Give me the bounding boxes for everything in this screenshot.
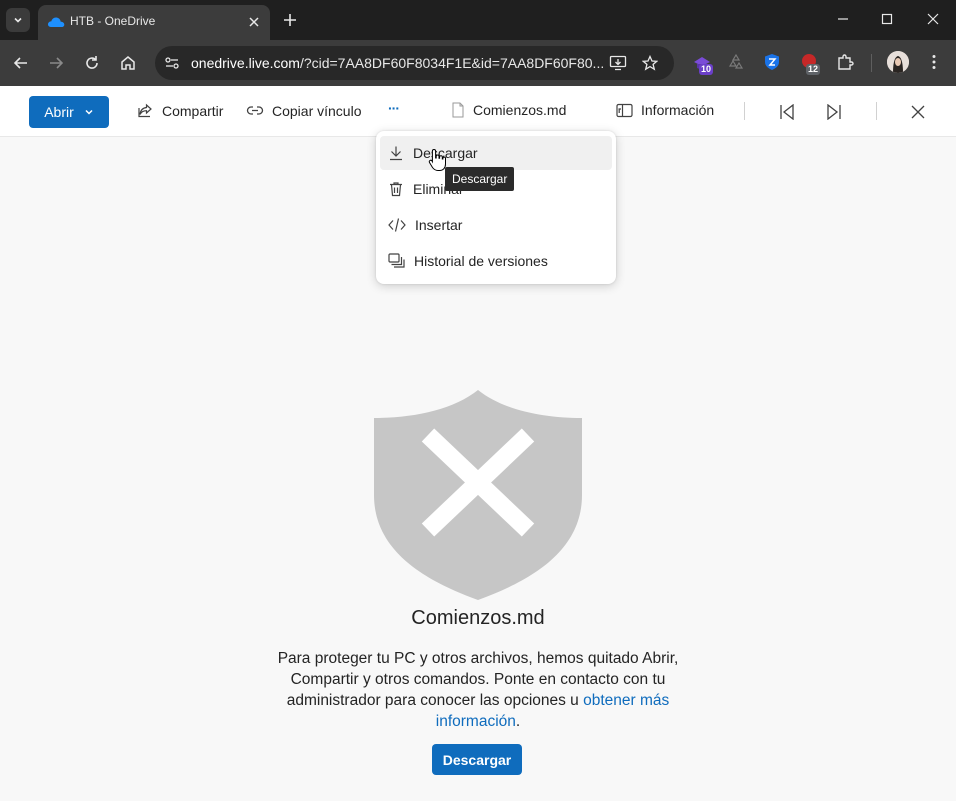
close-tab-icon[interactable] [247, 15, 261, 29]
browser-menu-icon[interactable] [927, 53, 941, 71]
link-icon [246, 106, 264, 115]
tab-search-button[interactable] [6, 8, 30, 32]
toolbar-divider [871, 54, 872, 72]
tab-title: HTB - OneDrive [70, 14, 156, 28]
menu-item-label: Insertar [415, 217, 463, 233]
info-label: Información [641, 102, 715, 118]
file-command-bar: Abrir Compartir Copiar vínculo ··· Comie… [0, 86, 956, 137]
more-options-button[interactable]: ··· [388, 100, 400, 116]
command-divider [744, 102, 745, 120]
minimize-icon[interactable] [836, 12, 850, 26]
url-host: onedrive.live.com [191, 55, 300, 71]
onedrive-cloud-icon [47, 17, 65, 27]
browser-tab-bar: HTB - OneDrive [0, 0, 956, 40]
address-bar[interactable]: onedrive.live.com/?cid=7AA8DF60F8034F1E&… [155, 46, 674, 80]
open-button[interactable]: Abrir [29, 96, 109, 128]
more-options-menu: Descargar Eliminar Insertar Historial de… [376, 131, 616, 284]
menu-item-label: Historial de versiones [414, 253, 548, 269]
chevron-down-icon [85, 109, 93, 115]
open-button-label: Abrir [44, 104, 74, 120]
recycle-extension-icon[interactable] [727, 53, 745, 71]
extension-badge: 10 [699, 64, 714, 75]
url-path: /?cid=7AA8DF60F8034F1E&id=7AA8DF60F80... [299, 55, 605, 71]
extension-2[interactable]: 12 [800, 53, 821, 76]
blocked-message: Para proteger tu PC y otros archivos, he… [262, 648, 694, 732]
url-text: onedrive.live.com/?cid=7AA8DF60F8034F1E&… [191, 55, 604, 71]
command-divider [876, 102, 877, 120]
info-panel-icon [616, 103, 633, 117]
file-name-heading: Comienzos.md [411, 607, 545, 629]
site-info-icon[interactable] [164, 55, 180, 71]
code-icon [388, 218, 406, 232]
message-period: . [515, 713, 521, 730]
reload-icon[interactable] [83, 54, 101, 72]
share-icon [138, 103, 152, 118]
download-button[interactable]: Descargar [432, 744, 522, 775]
extension-badge: 12 [806, 64, 821, 75]
hand-cursor-icon [428, 148, 446, 171]
share-label: Compartir [162, 102, 224, 119]
install-app-icon[interactable] [609, 55, 627, 71]
file-title-text: Comienzos.md [473, 102, 567, 118]
download-tooltip: Descargar [445, 167, 515, 191]
more-options-icon: ··· [388, 100, 400, 116]
menu-item-version-history[interactable]: Historial de versiones [380, 244, 612, 278]
file-title: Comienzos.md [451, 102, 566, 118]
copy-link-label: Copiar vínculo [272, 102, 362, 119]
avatar-image [887, 51, 909, 73]
info-command[interactable]: Información [616, 102, 714, 118]
bookmark-star-icon[interactable] [642, 55, 658, 71]
copy-link-command[interactable]: Copiar vínculo [246, 102, 362, 119]
trash-icon [390, 182, 402, 197]
browser-toolbar: onedrive.live.com/?cid=7AA8DF60F8034F1E&… [0, 40, 956, 86]
home-icon[interactable] [119, 54, 137, 72]
blocked-shield-icon [374, 390, 582, 600]
profile-avatar[interactable] [887, 51, 909, 73]
document-icon [452, 102, 464, 118]
shield-extension-icon[interactable] [763, 53, 781, 71]
chevron-down-icon [14, 17, 22, 23]
download-icon [390, 146, 402, 161]
forward-arrow-icon[interactable] [47, 54, 65, 72]
browser-tab-active[interactable]: HTB - OneDrive [38, 5, 270, 40]
previous-file-icon[interactable] [779, 104, 795, 120]
back-arrow-icon[interactable] [12, 54, 30, 72]
extensions-puzzle-icon[interactable] [836, 53, 854, 71]
extension-1[interactable]: 10 [692, 53, 714, 78]
close-viewer-icon[interactable] [911, 105, 925, 119]
maximize-icon[interactable] [880, 12, 894, 26]
share-command[interactable]: Compartir [137, 102, 223, 119]
menu-item-download[interactable]: Descargar [380, 136, 612, 170]
version-history-icon [388, 253, 405, 268]
close-window-icon[interactable] [926, 12, 940, 26]
next-file-icon[interactable] [826, 104, 842, 120]
new-tab-icon[interactable] [282, 12, 298, 28]
menu-item-embed[interactable]: Insertar [380, 208, 612, 242]
